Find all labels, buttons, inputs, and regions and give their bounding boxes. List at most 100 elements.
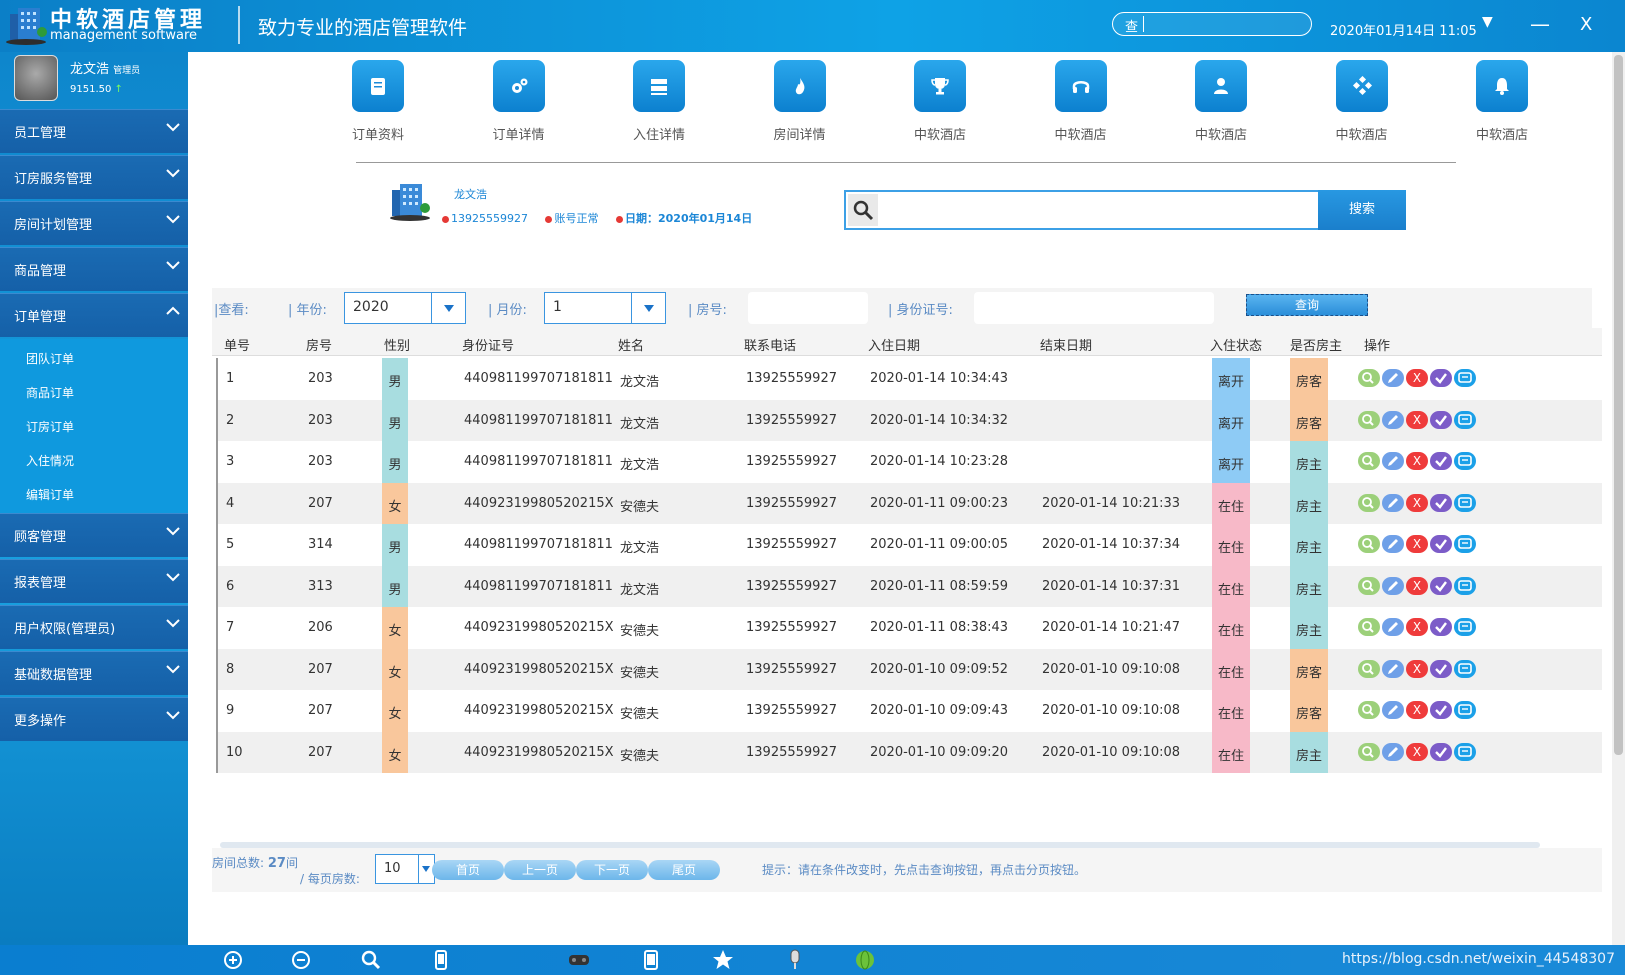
trophy-icon[interactable] [914,60,966,112]
search-icon[interactable] [360,949,382,971]
table-row[interactable]: 5 314 男 440981199707181811 龙文浩 13925559927 202… [216,524,1602,566]
scrollbar-thumb[interactable] [1614,55,1623,755]
search-icon[interactable] [1358,742,1380,761]
x-icon[interactable]: X [1406,701,1428,719]
sidebar-item[interactable]: 员工管理 [0,109,188,153]
phone-icon[interactable] [430,949,452,971]
check-icon[interactable] [1430,576,1452,595]
x-icon[interactable]: X [1406,369,1428,387]
table-row[interactable]: 7 206 女 44092319980520215X 安德夫 13925559927 202… [216,607,1602,649]
x-icon[interactable]: X [1406,493,1428,512]
id-input[interactable] [974,292,1214,324]
toolbar-button[interactable]: 订单详情 [479,60,559,143]
chevron-down-icon[interactable] [166,524,180,538]
search-icon[interactable] [1358,410,1380,429]
sidebar-item[interactable]: 房间计划管理 [0,201,188,245]
gamepad-icon[interactable] [568,949,590,971]
table-row[interactable]: 2 203 男 440981199707181811 龙文浩 13925559927 202… [216,399,1602,441]
column-header[interactable]: 联系电话 [744,335,796,354]
year-select[interactable]: 2020 [344,292,466,324]
avatar[interactable] [14,55,58,101]
x-icon[interactable]: X [1406,535,1428,553]
tablet-icon[interactable] [640,949,662,971]
column-header[interactable]: 姓名 [618,335,644,354]
submenu-item[interactable]: 编辑订单 [0,477,188,511]
toolbar-button[interactable]: 中软酒店 [1462,60,1542,143]
zoom-in-icon[interactable] [222,949,244,971]
toolbar-button[interactable]: 入住详情 [619,60,699,143]
x-icon[interactable]: X [1406,659,1428,678]
sidebar-item[interactable]: 报表管理 [0,559,188,603]
next-page-button[interactable]: 下一页 [576,860,648,880]
chevron-down-icon[interactable] [166,570,180,584]
chevron-down-icon[interactable] [166,120,180,134]
check-icon[interactable] [1430,701,1452,719]
pencil-icon[interactable] [1382,493,1404,512]
table-row[interactable]: 10 207 女 44092319980520215X 安德夫 13925559927 20… [216,731,1602,773]
table-row[interactable]: 6 313 男 440981199707181811 龙文浩 13925559927 202… [216,565,1602,607]
page-size-select[interactable]: 10 [375,854,435,884]
submenu-item[interactable]: 团队订单 [0,341,188,375]
check-icon[interactable] [1430,493,1452,512]
column-header[interactable]: 结束日期 [1040,335,1092,354]
bell-icon[interactable] [1476,60,1528,112]
server-icon[interactable] [633,60,685,112]
room-input[interactable] [748,292,868,324]
column-header[interactable]: 操作 [1364,335,1390,354]
search-icon[interactable] [1358,369,1380,387]
minimize-button[interactable]: — [1530,12,1550,36]
message-icon[interactable] [1454,659,1476,678]
column-header[interactable]: 房号 [306,335,332,354]
main-search-input[interactable]: 搜索 [844,190,1406,230]
check-icon[interactable] [1430,742,1452,761]
message-icon[interactable] [1454,493,1476,512]
toolbar-button[interactable]: 中软酒店 [1181,60,1261,143]
message-icon[interactable] [1454,369,1476,387]
column-header[interactable]: 入住日期 [868,335,920,354]
check-icon[interactable] [1430,410,1452,429]
headset-icon[interactable] [1054,60,1107,112]
toolbar-button[interactable]: 中软酒店 [900,60,980,143]
first-page-button[interactable]: 首页 [432,860,504,880]
sidebar-item[interactable]: 顾客管理 [0,513,188,557]
star-icon[interactable] [712,949,734,971]
toolbar-button[interactable]: 中软酒店 [1041,60,1121,143]
search-icon[interactable] [1358,452,1380,470]
query-button[interactable]: 查询 [1246,294,1368,316]
sidebar-item[interactable]: 订单管理 [0,293,188,337]
x-icon[interactable]: X [1406,742,1428,761]
sidebar-item[interactable]: 商品管理 [0,247,188,291]
chevron-down-icon[interactable] [166,662,180,676]
flame-icon[interactable] [773,60,826,112]
sidebar-item[interactable]: 订房服务管理 [0,155,188,199]
toolbar-button[interactable]: 订单资料 [338,60,418,143]
column-header[interactable]: 是否房主 [1290,335,1342,354]
pencil-icon[interactable] [1382,576,1404,595]
check-icon[interactable] [1430,659,1452,678]
book-icon[interactable] [352,60,404,112]
check-icon[interactable] [1430,369,1452,387]
message-icon[interactable] [1454,576,1476,595]
message-icon[interactable] [1454,701,1476,719]
search-icon[interactable] [1358,535,1380,553]
search-icon[interactable] [1358,493,1380,512]
search-icon[interactable] [1358,701,1380,719]
chevron-down-icon[interactable] [166,616,180,630]
toolbar-button[interactable]: 房间详情 [760,60,840,143]
toolbar-button[interactable]: 中软酒店 [1322,60,1402,143]
search-icon[interactable] [1358,618,1380,636]
sidebar-item[interactable]: 基础数据管理 [0,651,188,695]
pencil-icon[interactable] [1382,535,1404,553]
message-icon[interactable] [1454,742,1476,761]
month-select[interactable]: 1 [544,292,666,324]
pencil-icon[interactable] [1382,659,1404,678]
pencil-icon[interactable] [1382,701,1404,719]
chevron-down-icon[interactable] [166,166,180,180]
column-header[interactable]: 入住状态 [1210,335,1262,354]
submenu-item[interactable]: 订房订单 [0,409,188,443]
x-icon[interactable]: X [1406,576,1428,595]
chevron-down-icon[interactable] [631,293,665,323]
table-row[interactable]: 1 203 男 440981199707181811 龙文浩 13925559927 202… [216,358,1602,400]
profile-name[interactable]: 龙文浩 [454,186,487,202]
zoom-out-icon[interactable] [290,949,312,971]
